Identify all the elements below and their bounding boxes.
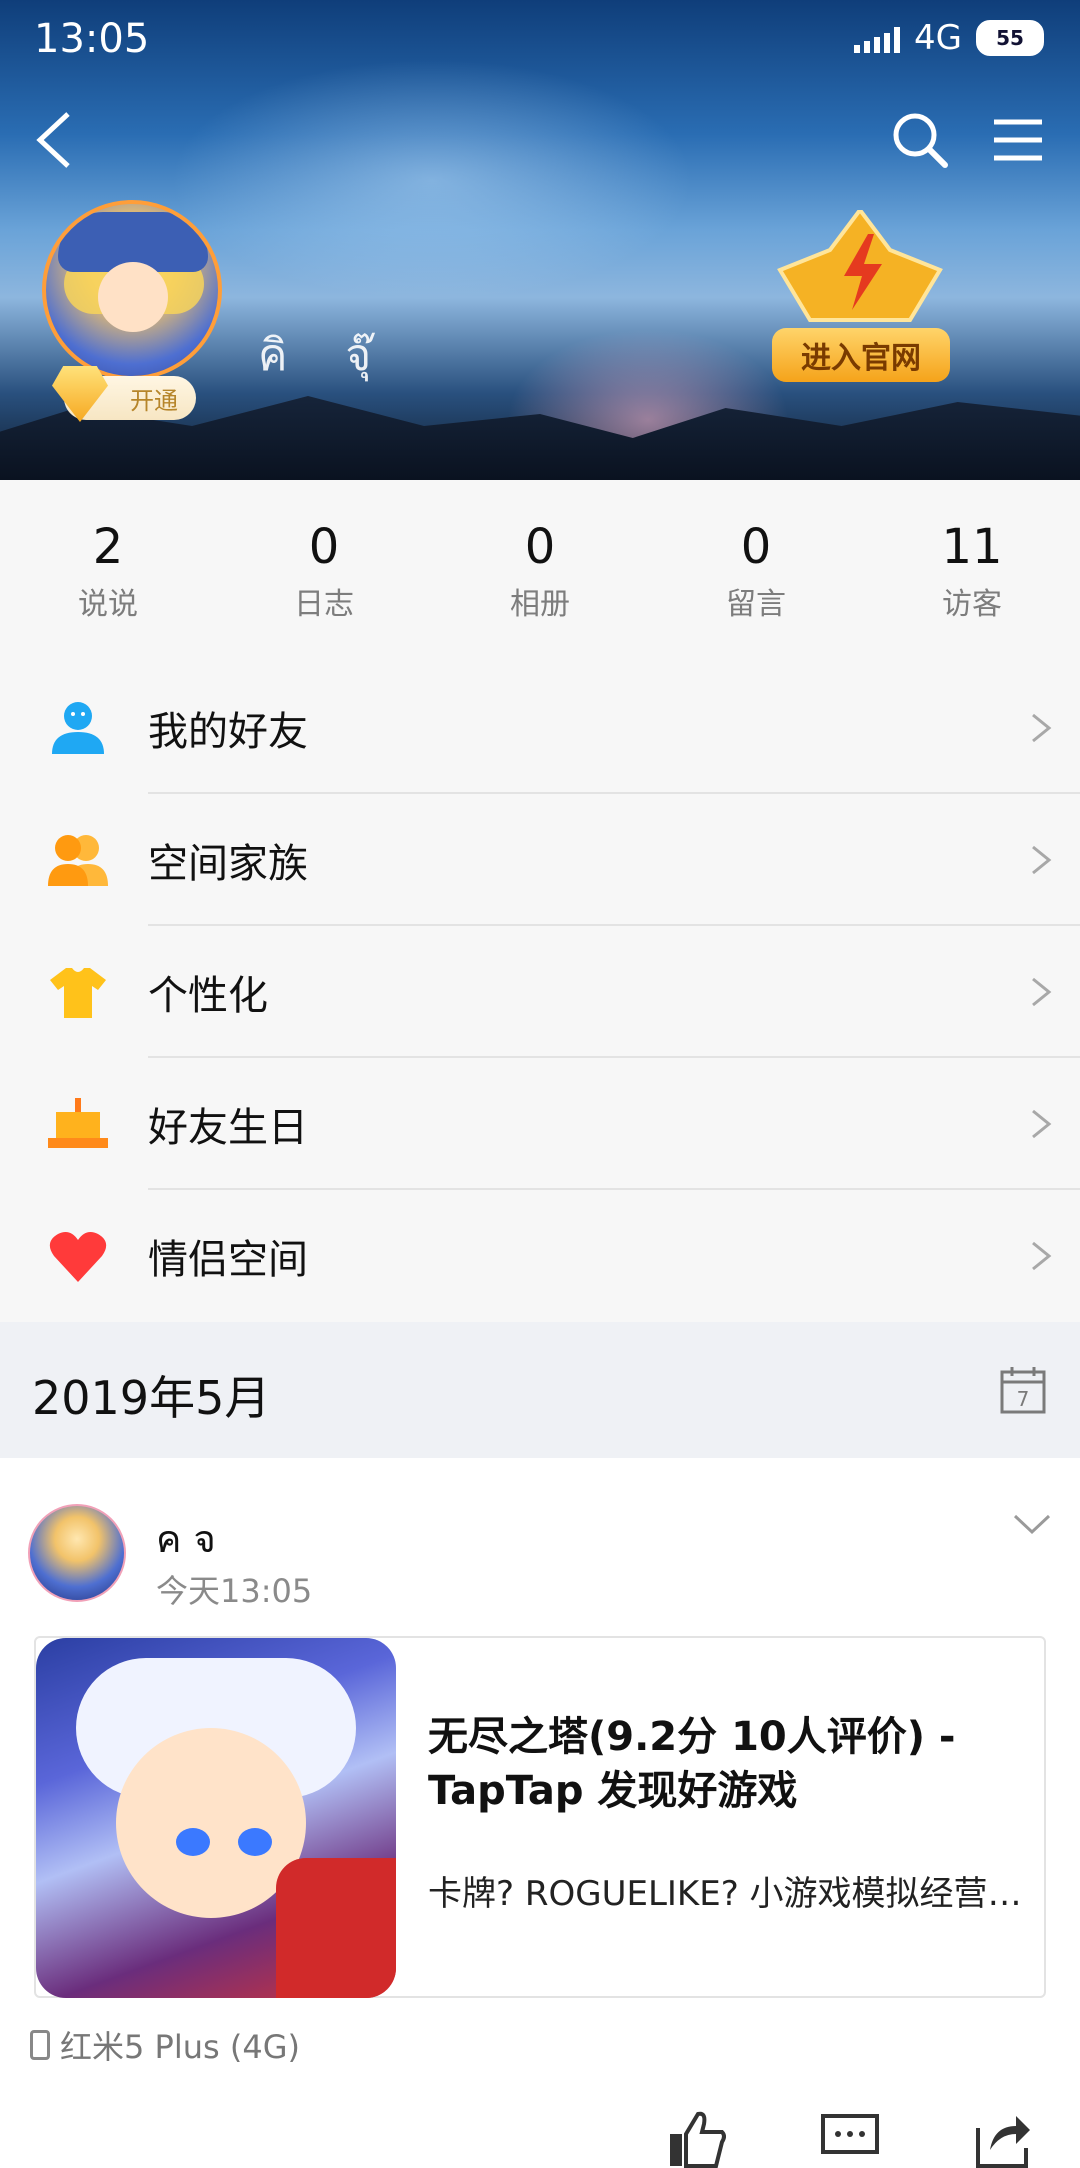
stat-label: 访客 [942, 587, 1002, 622]
stat-value: 11 [941, 519, 1003, 575]
menu-label: 情侣空间 [148, 1237, 308, 1283]
stat-label: 日志 [294, 587, 354, 622]
stat-label: 说说 [78, 587, 138, 622]
status-right: 4G 55 [854, 18, 1044, 58]
chevron-down-icon[interactable] [1012, 1512, 1052, 1538]
battery-icon: 55 [976, 20, 1044, 56]
profile-stats: 2 说说 0 日志 0 相册 0 留言 11 访客 [0, 480, 1080, 664]
status-bar: 13:05 4G 55 [0, 0, 1080, 80]
stat-message[interactable]: 0 留言 [648, 480, 864, 662]
menu-item-birthday[interactable]: 好友生日 [0, 1058, 1080, 1190]
official-site-icon[interactable] [770, 210, 950, 330]
phone-icon [30, 2030, 50, 2060]
menu-label: 空间家族 [148, 841, 308, 887]
official-site-button[interactable]: 进入官网 [772, 328, 950, 382]
post-time: 今天13:05 [156, 1572, 313, 1610]
shared-link-title: 无尽之塔(9.2分 10人评价) - TapTap 发现好游戏 [428, 1714, 956, 1814]
cake-icon [48, 1098, 108, 1148]
menu-button[interactable] [978, 100, 1058, 180]
search-button[interactable] [880, 100, 960, 180]
battery-level: 55 [996, 26, 1024, 50]
signal-icon [854, 23, 901, 53]
back-icon [36, 112, 70, 168]
comment-icon[interactable] [820, 2108, 880, 2168]
feature-menu: 我的好友 空间家族 个性化 好友生日 情侣空间 [0, 662, 1080, 1322]
timeline-month-header: 2019年5月 7 [0, 1322, 1080, 1458]
stat-value: 2 [92, 519, 124, 575]
tshirt-icon [50, 968, 106, 1018]
vip-label: 开通 [130, 386, 178, 415]
stat-label: 相册 [510, 587, 570, 622]
stat-blog[interactable]: 0 日志 [216, 480, 432, 662]
device-label: 红米5 Plus (4G) [60, 2028, 300, 2066]
chevron-right-icon [1032, 713, 1052, 743]
post-device: 红米5 Plus (4G) [30, 2022, 300, 2068]
stat-shuoshuo[interactable]: 2 说说 [0, 480, 216, 662]
top-nav [0, 100, 1080, 180]
profile-nickname: คิ จุ๊ [258, 330, 394, 381]
share-icon[interactable] [972, 2108, 1032, 2168]
like-icon[interactable] [666, 2108, 726, 2168]
stat-value: 0 [524, 519, 556, 575]
heart-icon [49, 1232, 107, 1282]
family-icon [48, 835, 108, 886]
menu-item-personalize[interactable]: 个性化 [0, 926, 1080, 1058]
menu-item-family[interactable]: 空间家族 [0, 794, 1080, 926]
menu-label: 个性化 [148, 973, 268, 1019]
profile-avatar[interactable] [42, 200, 222, 380]
stat-album[interactable]: 0 相册 [432, 480, 648, 662]
month-title: 2019年5月 [32, 1371, 271, 1425]
search-icon [893, 113, 948, 168]
stat-label: 留言 [726, 587, 786, 622]
menu-label: 我的好友 [148, 709, 308, 755]
svg-text:7: 7 [1017, 1387, 1030, 1411]
chevron-right-icon [1032, 1241, 1052, 1271]
post-actions [0, 2100, 1080, 2168]
post-author-avatar[interactable] [28, 1504, 126, 1602]
post-author-name[interactable]: ค จ [156, 1508, 216, 1569]
chevron-right-icon [1032, 845, 1052, 875]
hamburger-icon [994, 119, 1042, 161]
status-time: 13:05 [34, 16, 150, 62]
network-type: 4G [914, 18, 962, 58]
stat-visitors[interactable]: 11 访客 [864, 480, 1080, 662]
stat-value: 0 [308, 519, 340, 575]
menu-item-friends[interactable]: 我的好友 [0, 662, 1080, 794]
shared-link-thumbnail [36, 1638, 396, 1998]
shared-link-card[interactable]: 无尽之塔(9.2分 10人评价) - TapTap 发现好游戏 卡牌? ROGU… [34, 1636, 1046, 1998]
calendar-icon[interactable]: 7 [1000, 1366, 1046, 1414]
stat-value: 0 [740, 519, 772, 575]
friend-icon [52, 702, 104, 754]
back-button[interactable] [14, 100, 94, 180]
menu-label: 好友生日 [148, 1105, 308, 1151]
chevron-right-icon [1032, 977, 1052, 1007]
shared-link-description: 卡牌? ROGUELIKE? 小游戏模拟经营养成 [428, 1874, 1028, 1914]
menu-item-couple[interactable]: 情侣空间 [0, 1190, 1080, 1322]
chevron-right-icon [1032, 1109, 1052, 1139]
